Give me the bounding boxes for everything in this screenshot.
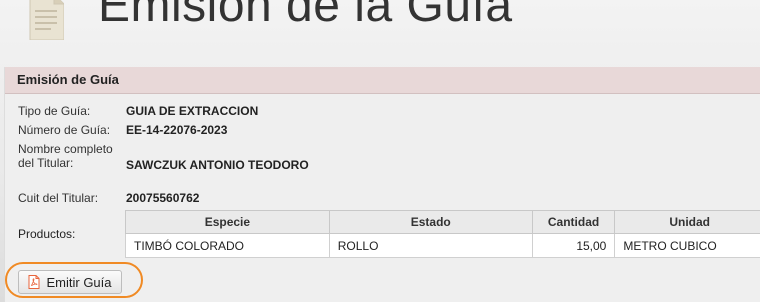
cell-cantidad: 15,00 [531,233,616,258]
field-numero-guia: Número de Guía: EE-14-22076-2023 [18,123,227,137]
field-nombre-titular: Nombre completo del Titular: SAWCZUK ANT… [18,142,309,172]
table-row: TIMBÓ COLORADO ROLLO 15,00 METRO CUBICO [125,233,760,258]
emit-guide-label: Emitir Guía [46,274,112,290]
field-value: EE-14-22076-2023 [126,123,228,137]
field-cuit-titular: Cuit del Titular: 20075560762 [18,191,199,205]
column-header-cantidad: Cantidad [531,210,616,234]
pdf-file-icon [28,275,40,289]
page-title: Emisión de la Guía [98,0,513,32]
field-label: Nombre completo del Titular: [18,142,113,170]
field-label: Tipo de Guía: [18,104,91,118]
column-header-unidad: Unidad [614,210,760,234]
field-tipo-guia: Tipo de Guía: GUIA DE EXTRACCION [18,104,258,118]
field-value: GUIA DE EXTRACCION [126,104,259,118]
column-header-estado: Estado [328,210,533,234]
table-header-row: Especie Estado Cantidad Unidad [125,210,760,234]
cell-estado: ROLLO [328,233,533,258]
products-label: Productos: [18,227,76,241]
field-value: 20075560762 [126,191,200,205]
products-table: Especie Estado Cantidad Unidad TIMBÓ COL… [125,210,760,258]
column-header-especie: Especie [125,210,330,234]
emission-panel: Emisión de Guía Tipo de Guía: GUIA DE EX… [4,67,760,302]
field-label: Número de Guía: [18,123,111,137]
cell-unidad: METRO CUBICO [614,233,760,258]
field-label: Cuit del Titular: [18,191,99,205]
emit-guide-button[interactable]: Emitir Guía [18,270,122,294]
cell-especie: TIMBÓ COLORADO [125,233,330,258]
field-value: SAWCZUK ANTONIO TEODORO [126,158,309,172]
document-icon [29,0,64,40]
panel-header: Emisión de Guía [5,67,760,94]
